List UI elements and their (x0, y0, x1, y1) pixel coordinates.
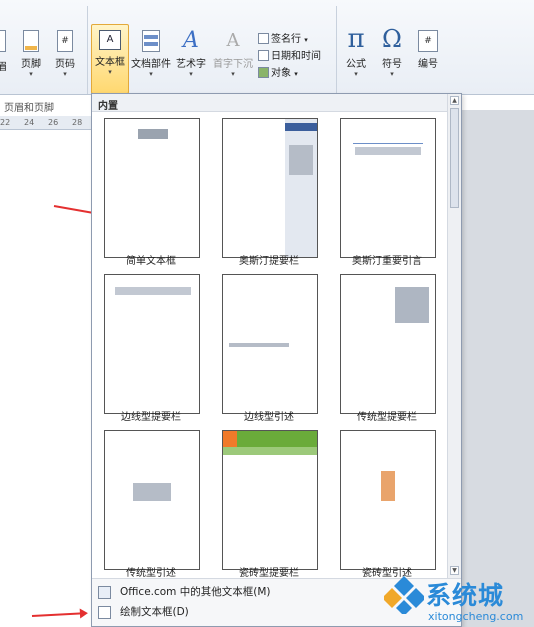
orange-text (381, 471, 395, 501)
chevron-down-icon: ▾ (29, 70, 33, 78)
symbol-button[interactable]: Ω 符号 ▾ (376, 26, 408, 78)
orange-bar (223, 431, 237, 447)
watermark: 系统城 xitongcheng.com (384, 572, 534, 627)
header-button-partial[interactable] (0, 30, 8, 55)
text-block (133, 483, 171, 501)
object-icon (258, 67, 269, 78)
watermark-url: xitongcheng.com (428, 610, 524, 623)
tile-label: 瓷砖型提要栏 (239, 568, 299, 579)
datetime-button[interactable]: 日期和时间 (258, 47, 321, 62)
chevron-down-icon: ▾ (189, 70, 193, 78)
sidebar-band (285, 119, 317, 257)
numbering-button[interactable]: # 编号 (412, 30, 444, 70)
footer-button[interactable]: 页脚 ▾ (16, 30, 46, 78)
omega-icon: Ω (382, 25, 402, 53)
quickparts-icon (142, 30, 160, 52)
tile-austin-quote[interactable] (340, 118, 436, 258)
dropcap-icon: A (226, 30, 240, 51)
text-block (115, 287, 191, 295)
scroll-up-icon[interactable]: ▲ (450, 96, 459, 105)
tile-simple-textbox[interactable] (104, 118, 200, 258)
sidebar-text (289, 145, 313, 175)
chevron-down-icon: ▾ (63, 70, 67, 78)
signature-icon (258, 33, 269, 44)
gallery-header: 内置 (92, 94, 461, 112)
tile-border-sidebar[interactable] (104, 274, 200, 414)
header-icon (0, 30, 6, 52)
horizontal-ruler: 22 24 26 28 (0, 116, 92, 130)
signature-line-button[interactable]: 签名行 ▾ (258, 30, 308, 45)
green-strip (223, 447, 317, 455)
numbering-icon: # (418, 30, 438, 52)
page-number-icon: # (57, 30, 73, 52)
tile-traditional-quote[interactable] (104, 430, 200, 570)
sidebar-top (285, 123, 317, 131)
tile-tiles-quote[interactable] (340, 430, 436, 570)
object-button[interactable]: 对象 ▾ (258, 64, 298, 79)
text-block (395, 287, 429, 323)
group-label-header-footer: 页眉和页脚 (4, 103, 54, 114)
tile-label: 传统型引述 (126, 568, 176, 579)
tile-label: 传统型提要栏 (357, 412, 417, 423)
chevron-down-icon: ▾ (294, 70, 298, 78)
tile-label: 奥斯汀提要栏 (239, 256, 299, 267)
text-block (229, 343, 289, 347)
tile-label: 边线型提要栏 (121, 412, 181, 423)
tile-tiles-sidebar[interactable] (222, 430, 318, 570)
chevron-down-icon: ▾ (354, 70, 358, 78)
separator (336, 6, 337, 94)
dropcap-button[interactable]: A 首字下沉 ▾ (210, 30, 256, 78)
ribbon: 眉 页脚 ▾ # 页码 ▾ A 文本框 ▾ 文档部件 ▾ A 艺术字 ▾ A 首… (0, 0, 534, 95)
tile-traditional-sidebar[interactable] (340, 274, 436, 414)
chevron-down-icon: ▾ (149, 70, 153, 78)
watermark-brand: 系统城 (426, 581, 505, 610)
separator (87, 6, 88, 94)
gallery-scrollbar[interactable]: ▲ ▼ (447, 94, 461, 578)
quickparts-button[interactable]: 文档部件 ▾ (131, 30, 171, 78)
office-com-icon (98, 586, 111, 599)
quote-rule (353, 143, 423, 144)
draw-textbox-icon (98, 606, 111, 619)
scroll-thumb[interactable] (450, 108, 459, 208)
chevron-down-icon: ▾ (390, 70, 394, 78)
quote-text (355, 147, 421, 155)
pi-icon: π (347, 24, 365, 54)
tile-austin-sidebar[interactable] (222, 118, 318, 258)
footer-icon (23, 30, 39, 52)
calendar-icon (258, 50, 269, 61)
textbox-icon: A (99, 30, 121, 50)
tile-label: 奥斯汀重要引言 (352, 256, 422, 267)
textbox-button[interactable]: A 文本框 ▾ (91, 24, 129, 94)
textbox-gallery: 内置 ▲ ▼ 简单文本框 奥斯汀提要栏 奥斯汀重要引言 边线型提要栏 边线型引述… (91, 93, 462, 627)
tile-label: 边线型引述 (244, 412, 294, 423)
wordart-button[interactable]: A 艺术字 ▾ (173, 28, 209, 79)
page-number-button[interactable]: # 页码 ▾ (50, 30, 80, 78)
chevron-down-icon: ▾ (108, 68, 112, 76)
equation-button[interactable]: π 公式 ▾ (340, 26, 372, 78)
document-background (462, 110, 534, 627)
tile-border-quote[interactable] (222, 274, 318, 414)
tile-label: 简单文本框 (126, 256, 176, 267)
green-bar (237, 431, 317, 447)
watermark-logo-icon (384, 576, 424, 614)
wordart-icon: A (183, 28, 199, 53)
text-block (138, 129, 168, 139)
chevron-down-icon: ▾ (231, 70, 235, 78)
header-button-label: 眉 (0, 62, 7, 73)
chevron-down-icon: ▾ (304, 36, 308, 44)
